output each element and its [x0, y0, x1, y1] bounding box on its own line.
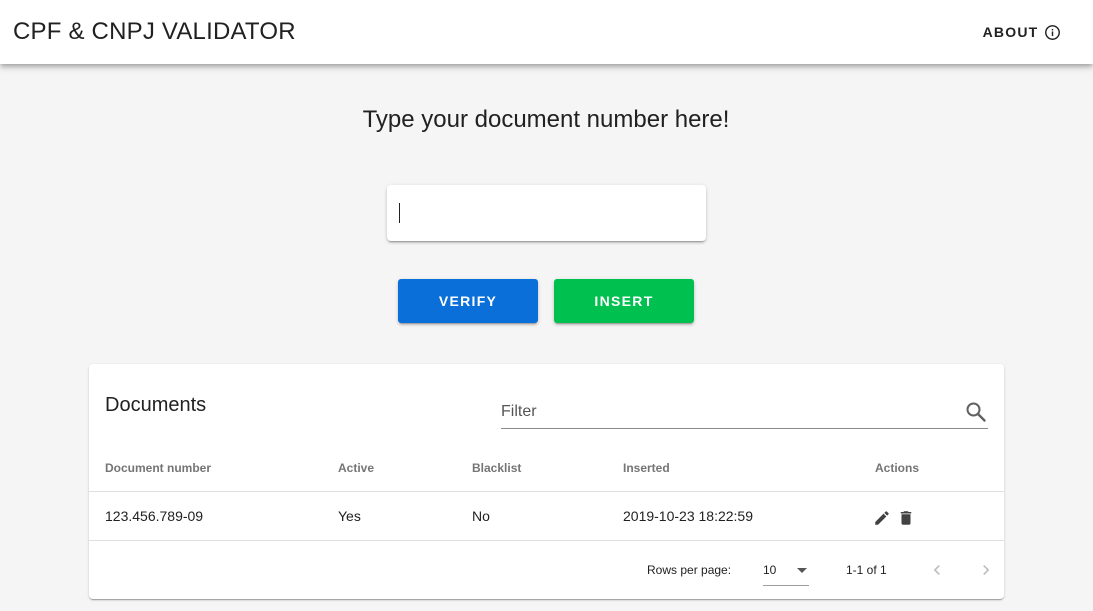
text-caret	[399, 203, 400, 223]
chevron-down-icon	[797, 568, 807, 573]
documents-card: Documents Document number Active Blackli…	[89, 364, 1004, 599]
cell-active: Yes	[338, 508, 361, 524]
pagination-range: 1-1 of 1	[846, 563, 887, 577]
filter-input[interactable]	[501, 398, 951, 426]
column-header-blacklist[interactable]: Blacklist	[472, 461, 521, 475]
document-input-container[interactable]	[387, 185, 706, 241]
rows-per-page-value: 10	[763, 563, 777, 577]
delete-icon[interactable]	[897, 509, 915, 527]
app-title: CPF & CNPJ VALIDATOR	[13, 18, 296, 46]
app-title-bold: CPF & CNPJ	[13, 18, 156, 45]
about-button[interactable]: ABOUT	[974, 16, 1070, 48]
header-divider	[89, 491, 1004, 492]
column-header-actions: Actions	[875, 461, 920, 475]
filter-field[interactable]	[501, 398, 988, 429]
row-divider	[89, 540, 1004, 541]
app-bar: CPF & CNPJ VALIDATOR ABOUT	[0, 0, 1093, 64]
cell-inserted: 2019-10-23 18:22:59	[623, 508, 753, 524]
search-icon[interactable]	[964, 400, 988, 424]
verify-button[interactable]: VERIFY	[398, 279, 538, 323]
rows-per-page-select[interactable]: 10	[763, 554, 809, 586]
documents-title: Documents	[105, 394, 207, 416]
column-header-document-number[interactable]: Document number	[105, 461, 211, 475]
edit-icon[interactable]	[873, 509, 891, 527]
page-prompt: Type your document number here!	[362, 106, 730, 133]
cell-document-number: 123.456.789-09	[105, 508, 204, 524]
chevron-left-icon[interactable]	[927, 560, 947, 580]
chevron-right-icon[interactable]	[976, 560, 996, 580]
about-label: ABOUT	[982, 24, 1039, 40]
column-header-inserted[interactable]: Inserted	[623, 461, 670, 475]
info-icon	[1045, 24, 1061, 40]
app-title-light: VALIDATOR	[161, 18, 296, 45]
column-header-active[interactable]: Active	[338, 461, 374, 475]
cell-blacklist: No	[472, 508, 490, 524]
document-number-input[interactable]	[387, 185, 706, 241]
rows-per-page-label: Rows per page:	[647, 563, 732, 577]
insert-button[interactable]: INSERT	[554, 279, 694, 323]
